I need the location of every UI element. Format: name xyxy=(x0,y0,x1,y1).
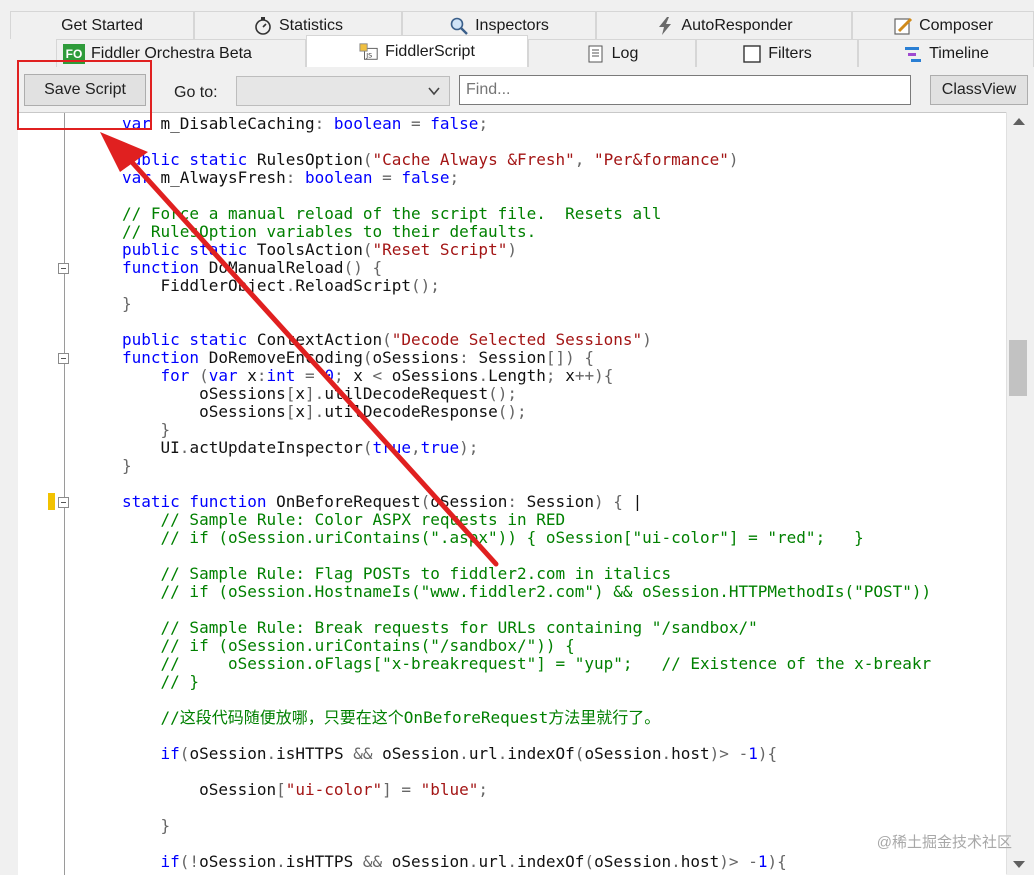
annotation-arrow xyxy=(100,132,499,567)
watermark: @稀土掘金技术社区 xyxy=(876,834,1012,851)
